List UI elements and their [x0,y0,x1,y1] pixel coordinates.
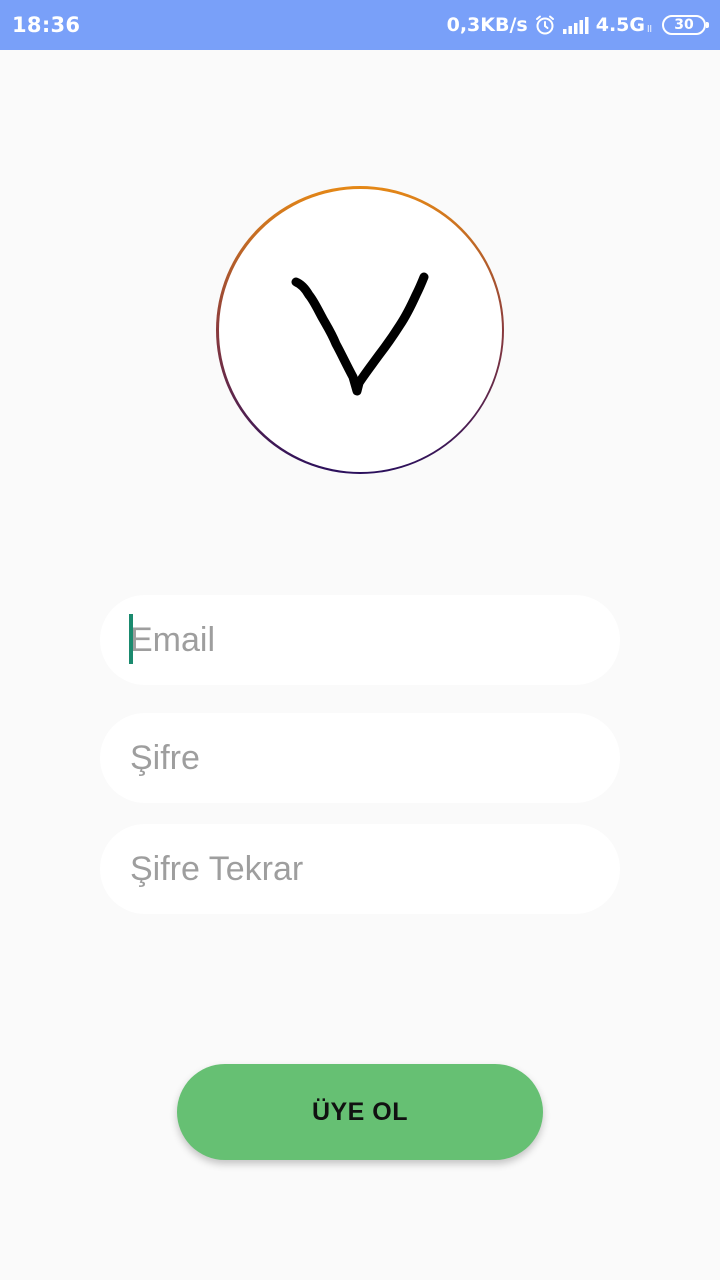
email-input[interactable] [130,620,590,660]
password-input[interactable] [130,738,590,778]
signal-icon [562,16,590,34]
network-activity: ll [646,25,652,35]
battery-level: 30 [674,17,694,33]
email-field-container[interactable] [100,595,620,685]
status-time: 18:36 [12,13,81,37]
alarm-icon [534,14,556,36]
network-type: 4.5G [595,14,645,36]
v-logo-icon [291,272,428,395]
network-speed: 0,3KB/s [446,14,528,36]
signup-button[interactable]: ÜYE OL [177,1064,543,1160]
password-repeat-input[interactable] [130,849,590,889]
app-logo [216,186,504,474]
status-indicators: 0,3KB/s 4.5G ll 30 [446,14,709,36]
password-field-container[interactable] [100,713,620,803]
password-repeat-field-container[interactable] [100,824,620,914]
logo-circle [218,188,502,472]
status-bar: 18:36 0,3KB/s 4.5G ll 30 [0,0,720,50]
battery-icon: 30 [662,15,709,35]
text-cursor [129,614,133,664]
